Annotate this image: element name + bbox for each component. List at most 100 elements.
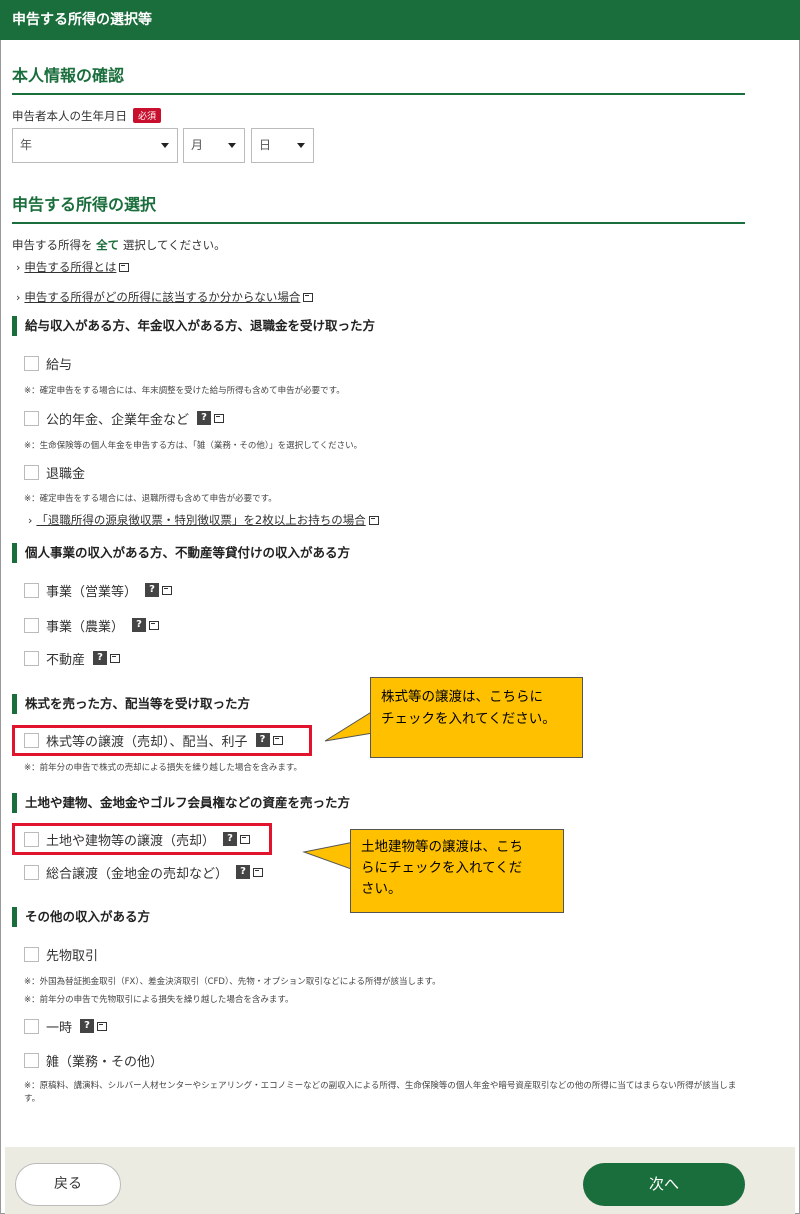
note-futures-1: ※：外国為替証拠金取引（FX）、差金決済取引（CFD）、先物・オプション取引など… — [24, 977, 441, 987]
day-select-value: 日 — [259, 138, 272, 152]
checkbox-item-general-transfer[interactable]: 総合譲渡（金地金の売却など）? — [24, 862, 264, 882]
checkbox-label: 一時 — [46, 1020, 73, 1036]
checkbox[interactable] — [24, 864, 39, 880]
help-icon[interactable]: ? — [223, 832, 238, 846]
link-retirement-slips[interactable]: › 「退職所得の源泉徴収票・特別徴収票」を2枚以上お持ちの場合 — [28, 512, 379, 528]
external-window-icon — [119, 263, 130, 272]
checkbox-item-retirement[interactable]: 退職金 — [24, 462, 85, 482]
checkbox-item-land[interactable]: 土地や建物等の譲渡（売却）? — [24, 829, 251, 849]
external-window-icon[interactable] — [240, 834, 251, 844]
checkbox[interactable] — [24, 617, 39, 633]
note-salary: ※：確定申告をする場合には、年末調整を受けた給与所得も含めて申告が必要です。 — [24, 386, 345, 396]
chevron-down-icon — [161, 143, 169, 148]
group-heading-business-realestate: 個人事業の収入がある方、不動産等貸付けの収入がある方 — [12, 543, 350, 563]
link-text: 申告する所得とは — [24, 260, 117, 274]
next-button[interactable]: 次へ — [583, 1163, 745, 1206]
note-misc: ※：原稿料、講演料、シルバー人材センターやシェアリング・エコノミーなどの副収入に… — [24, 1081, 737, 1104]
checkbox-item-agriculture[interactable]: 事業（農業）? — [24, 615, 160, 635]
callout-land-line2: らにチェックを入れてくだ — [361, 860, 523, 876]
checkbox-item-realestate[interactable]: 不動産? — [24, 648, 121, 668]
checkbox-label: 土地や建物等の譲渡（売却） — [46, 833, 216, 849]
checkbox[interactable] — [24, 464, 39, 480]
external-window-icon[interactable] — [253, 867, 264, 877]
checkbox-item-occasional[interactable]: 一時? — [24, 1016, 108, 1036]
callout-stocks: 株式等の譲渡は、こちらに チェックを入れてください。 — [370, 677, 583, 758]
page-frame — [0, 0, 800, 1214]
section-title-income: 申告する所得の選択 — [12, 191, 745, 224]
checkbox-label: 事業（農業） — [46, 619, 125, 635]
help-icon[interactable]: ? — [197, 411, 212, 425]
callout-land-line1: 土地建物等の譲渡は、こち — [361, 839, 523, 855]
day-select[interactable]: 日 — [251, 128, 314, 163]
callout-land-line3: さい。 — [361, 881, 402, 897]
checkbox-item-pension[interactable]: 公的年金、企業年金など? — [24, 408, 225, 428]
checkbox-label: 雑（業務・その他） — [46, 1054, 164, 1070]
back-button[interactable]: 戻る — [15, 1163, 121, 1206]
required-badge: 必須 — [133, 108, 162, 123]
group-heading-assets: 土地や建物、金地金やゴルフ会員権などの資産を売った方 — [12, 793, 350, 813]
group-heading-other: その他の収入がある方 — [12, 907, 150, 927]
chevron-down-icon — [228, 143, 236, 148]
link-text: 「退職所得の源泉徴収票・特別徴収票」を2枚以上お持ちの場合 — [36, 513, 366, 527]
income-instruction: 申告する所得を 全て 選択してください。 — [12, 237, 226, 253]
help-icon[interactable]: ? — [93, 651, 108, 665]
checkbox-label: 株式等の譲渡（売却）、配当、利子 — [46, 734, 248, 750]
checkbox-item-futures[interactable]: 先物取引 — [24, 944, 98, 964]
checkbox[interactable] — [24, 831, 39, 847]
checkbox[interactable] — [24, 355, 39, 371]
month-select[interactable]: 月 — [183, 128, 245, 163]
link-what-is-income[interactable]: › 申告する所得とは — [16, 259, 130, 275]
checkbox-label: 不動産 — [46, 652, 86, 668]
checkbox-label: 事業（営業等） — [46, 584, 138, 600]
group-heading-stocks: 株式を売った方、配当等を受け取った方 — [12, 694, 250, 714]
help-icon[interactable]: ? — [236, 865, 251, 879]
instruction-prefix: 申告する所得を — [12, 238, 93, 252]
checkbox-label: 給与 — [46, 357, 73, 373]
checkbox-item-misc[interactable]: 雑（業務・その他） — [24, 1050, 163, 1070]
external-window-icon[interactable] — [149, 620, 160, 630]
checkbox[interactable] — [24, 410, 39, 426]
year-select[interactable]: 年 — [12, 128, 178, 163]
checkbox[interactable] — [24, 732, 39, 748]
chevron-right-icon: › — [16, 291, 21, 304]
checkbox[interactable] — [24, 650, 39, 666]
checkbox[interactable] — [24, 946, 39, 962]
external-window-icon — [303, 293, 314, 302]
callout-stocks-line1: 株式等の譲渡は、こちらに — [381, 689, 543, 705]
note-stocks: ※：前年分の申告で株式の売却による損失を繰り越した場合を含みます。 — [24, 763, 303, 773]
chevron-right-icon: › — [16, 261, 21, 274]
note-pension: ※：生命保険等の個人年金を申告する方は、「雑（業務・その他）」を選択してください… — [24, 441, 363, 451]
external-window-icon[interactable] — [110, 653, 121, 663]
callout-pointer-land — [302, 841, 354, 871]
instruction-suffix: 選択してください。 — [122, 238, 226, 252]
checkbox-label: 公的年金、企業年金など — [46, 412, 190, 428]
help-icon[interactable]: ? — [255, 733, 270, 747]
link-unsure-income[interactable]: › 申告する所得がどの所得に該当するか分からない場合 — [16, 289, 314, 305]
external-window-icon[interactable] — [214, 413, 225, 423]
checkbox-label: 総合譲渡（金地金の売却など） — [46, 866, 229, 882]
help-icon[interactable]: ? — [145, 583, 160, 597]
external-window-icon[interactable] — [97, 1021, 108, 1031]
checkbox[interactable] — [24, 1052, 39, 1068]
page-header: 申告する所得の選択等 — [0, 0, 800, 40]
checkbox-label: 先物取引 — [46, 948, 99, 964]
chevron-right-icon: › — [28, 514, 33, 527]
instruction-emphasis: 全て — [96, 238, 120, 252]
birthdate-label-text: 申告者本人の生年月日 — [12, 109, 127, 123]
checkbox-label: 退職金 — [46, 466, 86, 482]
checkbox-item-business[interactable]: 事業（営業等）? — [24, 580, 173, 600]
checkbox-item-stocks[interactable]: 株式等の譲渡（売却）、配当、利子? — [24, 730, 283, 750]
birthdate-label: 申告者本人の生年月日 必須 — [12, 108, 162, 124]
checkbox[interactable] — [24, 582, 39, 598]
callout-land: 土地建物等の譲渡は、こち らにチェックを入れてくだ さい。 — [350, 829, 564, 913]
callout-pointer-stocks — [324, 710, 373, 742]
external-window-icon[interactable] — [162, 585, 173, 595]
month-select-value: 月 — [191, 138, 204, 152]
help-icon[interactable]: ? — [80, 1019, 95, 1033]
checkbox[interactable] — [24, 1018, 39, 1034]
year-select-value: 年 — [20, 138, 33, 152]
external-window-icon[interactable] — [272, 735, 283, 745]
link-text: 申告する所得がどの所得に該当するか分からない場合 — [24, 290, 301, 304]
checkbox-item-salary[interactable]: 給与 — [24, 353, 72, 373]
help-icon[interactable]: ? — [132, 618, 147, 632]
